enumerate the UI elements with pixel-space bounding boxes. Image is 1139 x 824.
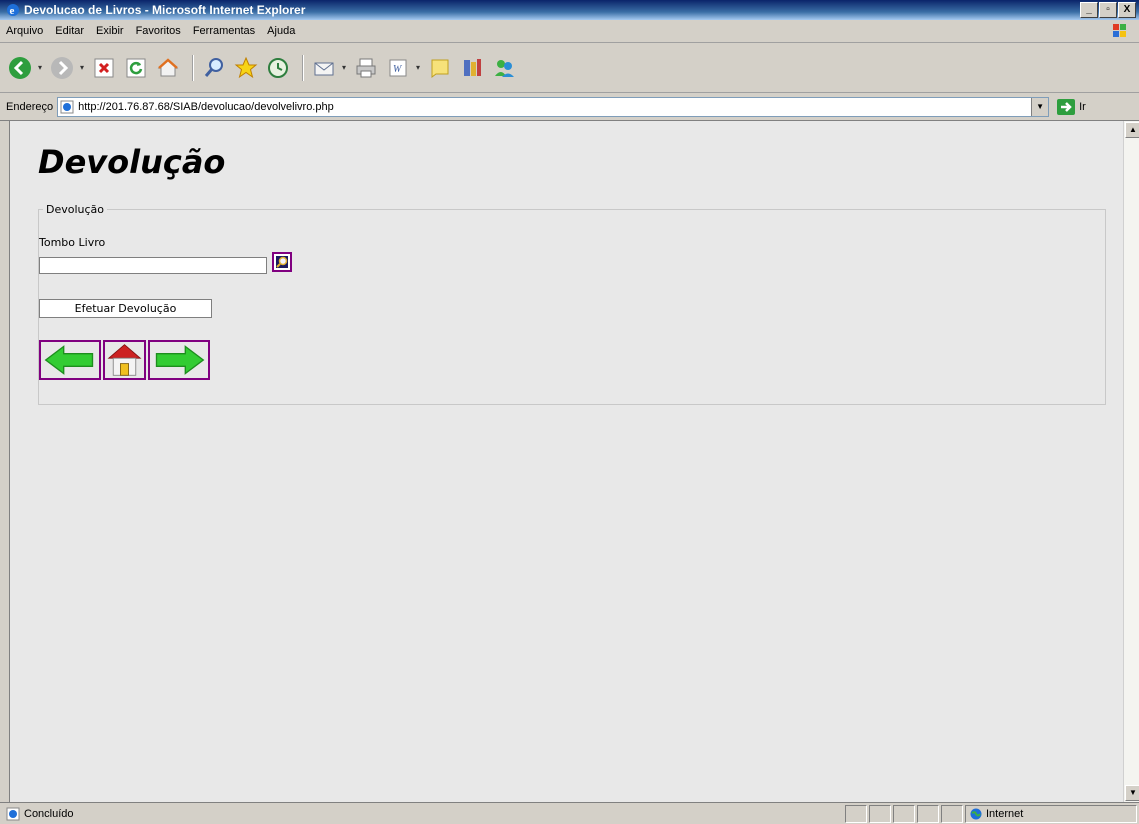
zone-label: Internet bbox=[986, 807, 1024, 820]
favorites-icon bbox=[234, 56, 258, 78]
research-icon bbox=[464, 58, 482, 76]
history-icon bbox=[268, 57, 289, 78]
refresh-icon bbox=[126, 58, 146, 77]
address-input[interactable]: http://201.76.87.68/SIAB/devolucao/devol… bbox=[57, 97, 1050, 117]
go-button[interactable]: Ir bbox=[1057, 99, 1086, 115]
address-url: http://201.76.87.68/SIAB/devolucao/devol… bbox=[78, 101, 334, 113]
discuss-button[interactable] bbox=[426, 54, 454, 82]
home-button[interactable] bbox=[154, 54, 182, 82]
scroll-up-icon[interactable]: ▲ bbox=[1125, 122, 1139, 138]
menu-exibir[interactable]: Exibir bbox=[90, 25, 130, 37]
stop-icon bbox=[94, 58, 114, 77]
print-button[interactable] bbox=[352, 54, 380, 82]
lookup-book-icon[interactable] bbox=[272, 252, 292, 272]
forward-icon bbox=[51, 56, 74, 79]
forward-button[interactable] bbox=[48, 54, 76, 82]
scroll-down-icon[interactable]: ▼ bbox=[1125, 785, 1139, 801]
menu-ferramentas[interactable]: Ferramentas bbox=[187, 25, 261, 37]
menu-arquivo[interactable]: Arquivo bbox=[0, 25, 49, 37]
edit-dropdown-icon[interactable]: ▾ bbox=[416, 63, 420, 72]
refresh-button[interactable] bbox=[122, 54, 150, 82]
address-dropdown-icon[interactable]: ▼ bbox=[1031, 98, 1049, 116]
tombo-input[interactable] bbox=[39, 257, 267, 274]
window-title: Devolucao de Livros - Microsoft Internet… bbox=[24, 3, 306, 17]
discuss-icon bbox=[431, 59, 449, 78]
status-panel bbox=[869, 804, 891, 823]
favorites-button[interactable] bbox=[232, 54, 260, 82]
search-button[interactable] bbox=[200, 54, 228, 82]
tombo-label: Tombo Livro bbox=[39, 236, 106, 249]
efetuar-devolucao-button[interactable]: Efetuar Devolução bbox=[39, 299, 212, 318]
page-done-icon bbox=[6, 807, 20, 820]
research-button[interactable] bbox=[458, 54, 486, 82]
ie-icon: e bbox=[7, 4, 19, 17]
internet-globe-icon bbox=[970, 808, 982, 819]
security-zone: Internet bbox=[965, 804, 1137, 823]
menu-bar: Arquivo Editar Exibir Favoritos Ferramen… bbox=[0, 20, 1139, 43]
status-panel bbox=[893, 804, 915, 823]
status-panel bbox=[941, 804, 963, 823]
go-arrow-icon bbox=[1057, 99, 1076, 115]
home-icon bbox=[157, 57, 179, 76]
messenger-icon bbox=[495, 59, 515, 77]
forward-nav-icon[interactable] bbox=[148, 340, 210, 380]
vertical-scrollbar[interactable]: ▲ ▼ bbox=[1123, 121, 1139, 802]
print-icon bbox=[356, 58, 376, 77]
mail-icon bbox=[314, 62, 334, 75]
home-nav-icon[interactable] bbox=[103, 340, 146, 380]
address-bar: Endereço http://201.76.87.68/SIAB/devolu… bbox=[0, 94, 1139, 121]
toolbar-separator bbox=[302, 54, 305, 81]
maximize-button[interactable]: ▫ bbox=[1099, 2, 1117, 18]
status-bar: Concluído Internet bbox=[0, 802, 1139, 824]
back-dropdown-icon[interactable]: ▾ bbox=[38, 63, 42, 72]
page-content: Devolução Devolução Tombo Livro Efetuar … bbox=[9, 121, 1124, 802]
svg-text:e: e bbox=[10, 5, 15, 17]
stop-button[interactable] bbox=[90, 54, 118, 82]
window-titlebar: e Devolucao de Livros - Microsoft Intern… bbox=[0, 0, 1139, 20]
close-button[interactable]: X bbox=[1118, 2, 1136, 18]
toolbar-separator bbox=[192, 54, 195, 81]
mail-dropdown-icon[interactable]: ▾ bbox=[342, 63, 346, 72]
windows-flag-icon bbox=[1113, 24, 1126, 37]
minimize-button[interactable]: _ bbox=[1080, 2, 1098, 18]
page-title: Devolução bbox=[38, 143, 226, 181]
menu-editar[interactable]: Editar bbox=[49, 25, 90, 37]
status-panel bbox=[845, 804, 867, 823]
go-label: Ir bbox=[1079, 101, 1086, 113]
standard-toolbar: ▾ ▾ ▾ W ▾ bbox=[0, 43, 1139, 93]
edit-word-button[interactable]: W bbox=[384, 54, 412, 82]
history-button[interactable] bbox=[264, 54, 292, 82]
mail-button[interactable] bbox=[310, 54, 338, 82]
page-icon bbox=[60, 100, 74, 114]
back-nav-icon[interactable] bbox=[39, 340, 101, 380]
back-icon bbox=[9, 56, 31, 79]
back-button[interactable] bbox=[6, 54, 34, 82]
menu-favoritos[interactable]: Favoritos bbox=[130, 25, 187, 37]
edit-word-icon: W bbox=[389, 59, 407, 76]
search-icon bbox=[204, 57, 224, 77]
fieldset-legend: Devolução bbox=[46, 203, 105, 216]
menu-ajuda[interactable]: Ajuda bbox=[261, 25, 301, 37]
messenger-button[interactable] bbox=[490, 54, 518, 82]
address-label: Endereço bbox=[6, 101, 54, 113]
status-panel bbox=[917, 804, 939, 823]
status-text: Concluído bbox=[24, 807, 74, 820]
forward-dropdown-icon[interactable]: ▾ bbox=[80, 63, 84, 72]
